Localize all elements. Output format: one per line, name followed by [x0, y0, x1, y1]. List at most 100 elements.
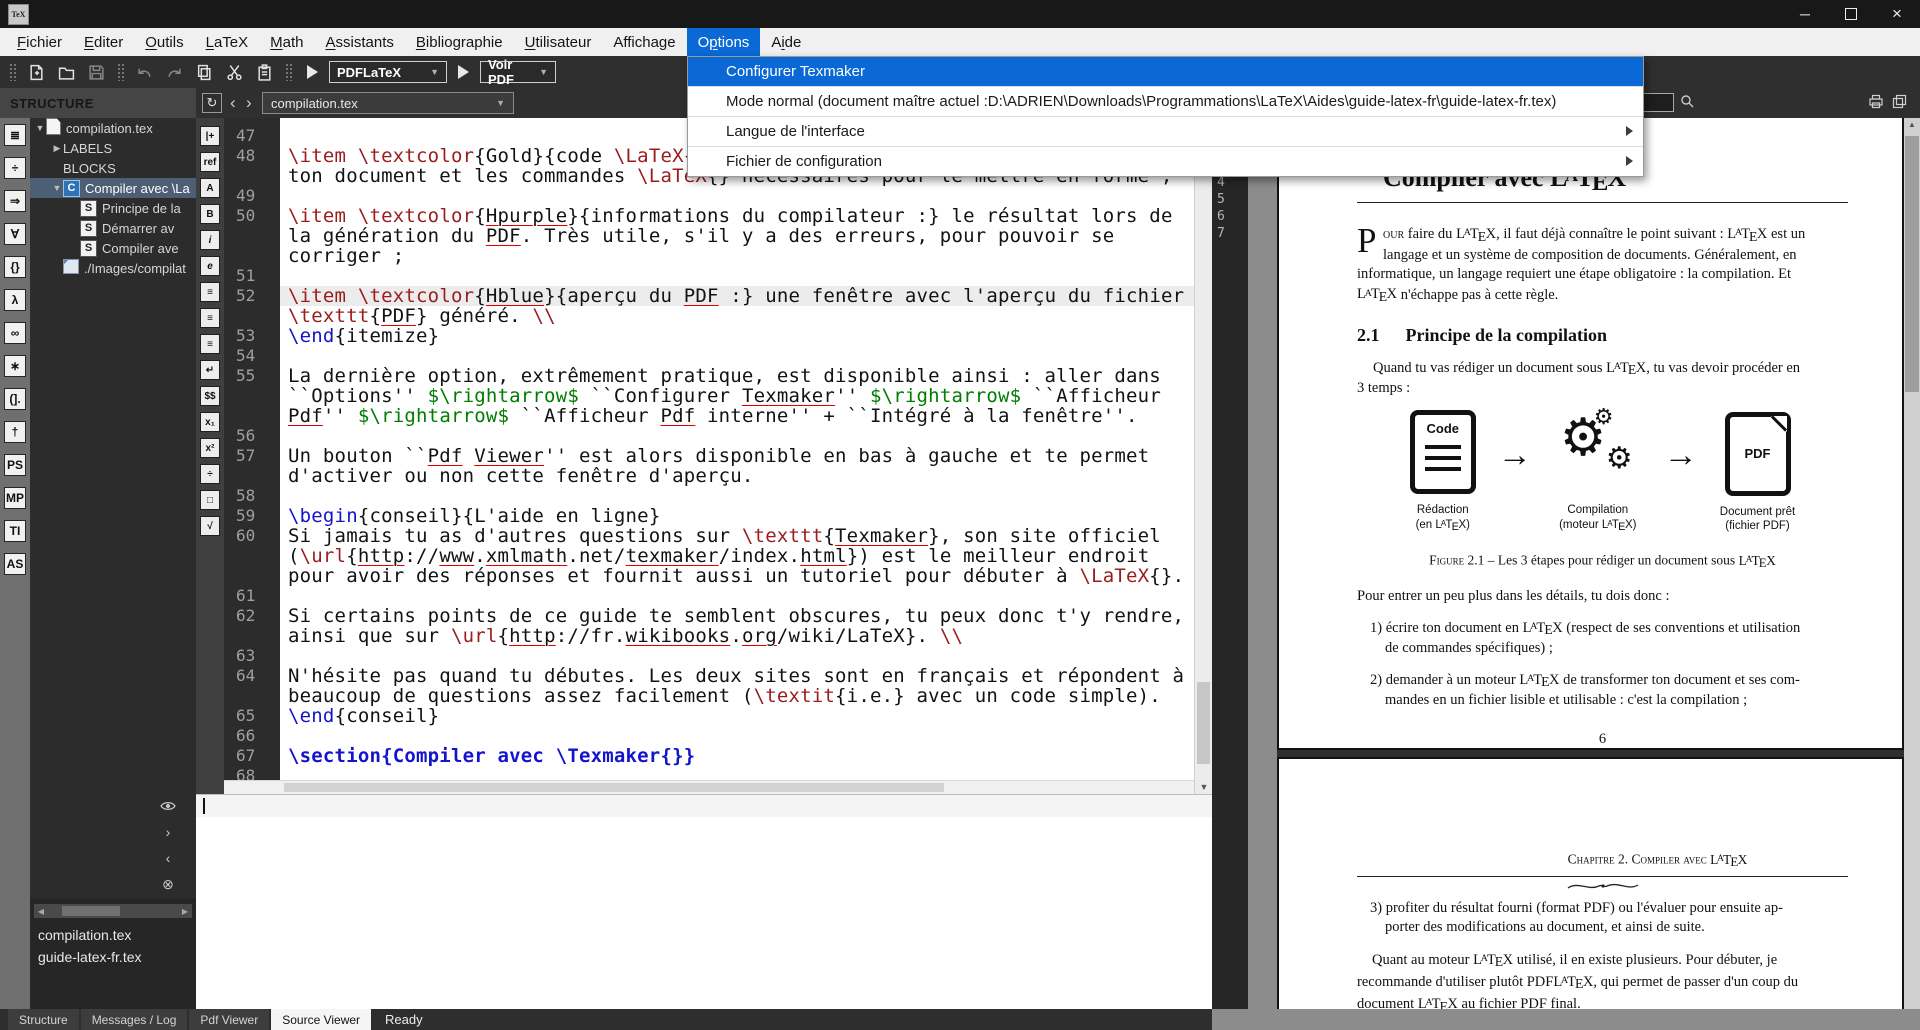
menu-item[interactable]: Configurer Texmaker: [688, 57, 1643, 86]
menubar-item-bibliographie[interactable]: Bibliographie: [405, 28, 514, 56]
misc-symbols-tab-icon[interactable]: ∀: [4, 223, 26, 245]
greek-letters-tab-icon[interactable]: λ: [4, 289, 26, 311]
emphasis-icon[interactable]: e: [200, 256, 220, 276]
structure-tree-item[interactable]: BLOCKS: [30, 158, 196, 178]
toolbar-grip[interactable]: [285, 63, 292, 81]
log-area[interactable]: [196, 794, 1212, 1009]
references-icon[interactable]: ref: [200, 152, 220, 172]
editor-code-row[interactable]: \section{Compiler avec \Texmaker{}}: [280, 746, 1194, 766]
statusbar-source-viewer-button[interactable]: Source Viewer: [271, 1009, 371, 1030]
bold-icon[interactable]: B: [200, 204, 220, 224]
tikz-tab-icon[interactable]: TI: [4, 520, 26, 542]
menubar-item-utilisateur[interactable]: Utilisateur: [514, 28, 603, 56]
editor-code-row[interactable]: Si jamais tu as d'autres questions sur \…: [280, 526, 1194, 546]
maximize-button[interactable]: [1828, 0, 1874, 28]
copy-button[interactable]: [191, 60, 218, 84]
next-arrow-icon[interactable]: ›: [158, 822, 178, 842]
cut-button[interactable]: [221, 60, 248, 84]
arrow-symbols-tab-icon[interactable]: ⇒: [4, 190, 26, 212]
search-icon[interactable]: [1680, 94, 1694, 108]
editor-code-row[interactable]: [280, 766, 1194, 780]
scroll-thumb[interactable]: [1905, 136, 1919, 392]
close-button[interactable]: ×: [1874, 0, 1920, 28]
redo-button[interactable]: [161, 60, 188, 84]
structure-tree-item[interactable]: SCompiler ave: [30, 238, 196, 258]
open-file-item[interactable]: guide-latex-fr.tex: [30, 946, 196, 968]
editor-hscrollbar[interactable]: [224, 780, 1194, 794]
brackets-tab-icon[interactable]: (].: [4, 388, 26, 410]
editor-code-row[interactable]: la génération du PDF. Très utile, s'il y…: [280, 226, 1194, 246]
new-file-button[interactable]: [23, 60, 50, 84]
newline-icon[interactable]: ↵: [200, 360, 220, 380]
editor-code-row[interactable]: [280, 186, 1194, 206]
editor-code-row[interactable]: \end{conseil}: [280, 706, 1194, 726]
structure-tree-item[interactable]: SDémarrer av: [30, 218, 196, 238]
menubar-item-latex[interactable]: LaTeX: [195, 28, 260, 56]
menubar-item-options[interactable]: Options: [687, 28, 761, 56]
scroll-left-icon[interactable]: ◀: [34, 907, 48, 916]
nav-back-button[interactable]: ‹: [230, 92, 236, 114]
matrix-icon[interactable]: □: [200, 490, 220, 510]
scroll-thumb[interactable]: [1197, 682, 1210, 764]
editor-code-row[interactable]: \item \textcolor{Hblue}{aperçu du PDF :}…: [280, 286, 1194, 306]
editor-code-row[interactable]: [280, 486, 1194, 506]
printer-icon[interactable]: [1868, 94, 1884, 109]
editor-code-row[interactable]: beaucoup de questions assez facilement (…: [280, 686, 1194, 706]
pdf-page-nav-number[interactable]: 7: [1212, 225, 1248, 242]
inline-math-icon[interactable]: $$: [200, 386, 220, 406]
asymptote-tab-icon[interactable]: AS: [4, 553, 26, 575]
editor-code-row[interactable]: \end{itemize}: [280, 326, 1194, 346]
structure-tree-item[interactable]: ▶LABELS: [30, 138, 196, 158]
toolbar-grip[interactable]: [9, 63, 16, 81]
editor-code-row[interactable]: d'activer ou non cette fenêtre d'aperçu.: [280, 466, 1194, 486]
paste-button[interactable]: [251, 60, 278, 84]
subscript-icon[interactable]: x₁: [200, 412, 220, 432]
editor-code-row[interactable]: ainsi que sur \url{http://fr.wikibooks.o…: [280, 626, 1194, 646]
structure-tree-item[interactable]: ./Images/compilat: [30, 258, 196, 278]
special-chars-tab-icon[interactable]: †: [4, 421, 26, 443]
enumerate-icon[interactable]: ≡: [200, 308, 220, 328]
editor-code-row[interactable]: \begin{conseil}{L'aide en ligne}: [280, 506, 1194, 526]
view-pdf-button[interactable]: Voir PDF ▼: [480, 61, 556, 83]
editor-code-row[interactable]: [280, 266, 1194, 286]
scroll-thumb[interactable]: [284, 783, 944, 792]
editor-code-row[interactable]: corriger ;: [280, 246, 1194, 266]
pdf-page-nav-number[interactable]: 6: [1212, 208, 1248, 225]
pdf-scrollbar[interactable]: ▲: [1904, 118, 1920, 1009]
menubar-item-fichier[interactable]: Fichier: [6, 28, 73, 56]
prev-arrow-icon[interactable]: ‹: [158, 848, 178, 868]
editor-code-row[interactable]: [280, 346, 1194, 366]
menu-item[interactable]: Fichier de configuration: [688, 146, 1643, 176]
statusbar-structure-button[interactable]: Structure: [8, 1009, 79, 1030]
menu-item[interactable]: Mode normal (document maître actuel :D:\…: [688, 86, 1643, 116]
menubar-item-editer[interactable]: Editer: [73, 28, 134, 56]
toolbar-grip[interactable]: [117, 63, 124, 81]
open-file-item[interactable]: compilation.tex: [30, 924, 196, 946]
menubar-item-affichage[interactable]: Affichage: [602, 28, 686, 56]
editor-code-row[interactable]: pour avoir des réponses et fournit aussi…: [280, 566, 1194, 586]
editor-code-row[interactable]: La dernière option, extrêmement pratique…: [280, 366, 1194, 386]
menu-item[interactable]: Langue de l'interface: [688, 116, 1643, 146]
scroll-right-icon[interactable]: ▶: [178, 907, 192, 916]
menubar-item-aide[interactable]: Aide: [760, 28, 812, 56]
most-used-symbols-tab-icon[interactable]: ∞: [4, 322, 26, 344]
editor-code-row[interactable]: [280, 426, 1194, 446]
structure-tree-item[interactable]: SPrincipe de la: [30, 198, 196, 218]
pdf-page-nav-number[interactable]: 5: [1212, 191, 1248, 208]
scroll-up-icon[interactable]: ▲: [1904, 120, 1920, 129]
editor-code-row[interactable]: [280, 586, 1194, 606]
nav-forward-button[interactable]: ›: [246, 92, 252, 114]
undo-button[interactable]: [131, 60, 158, 84]
menubar-item-outils[interactable]: Outils: [134, 28, 194, 56]
editor-code-row[interactable]: ``Options'' $\rightarrow$ ``Configurer T…: [280, 386, 1194, 406]
editor-code-row[interactable]: N'hésite pas quand tu débutes. Les deux …: [280, 666, 1194, 686]
statusbar-messages-log-button[interactable]: Messages / Log: [81, 1009, 188, 1030]
eye-icon[interactable]: [158, 796, 178, 816]
structure-tree-item[interactable]: ▼compilation.tex: [30, 118, 196, 138]
editor-code[interactable]: \item \textcolor{Gold}{code \LaTeX{} :} …: [280, 118, 1194, 780]
editor-code-row[interactable]: (\url{http://www.xmlmath.net/texmaker/in…: [280, 546, 1194, 566]
scroll-thumb[interactable]: [62, 906, 120, 916]
relation-symbols-tab-icon[interactable]: ÷: [4, 157, 26, 179]
menubar-item-math[interactable]: Math: [259, 28, 314, 56]
save-button[interactable]: [83, 60, 110, 84]
